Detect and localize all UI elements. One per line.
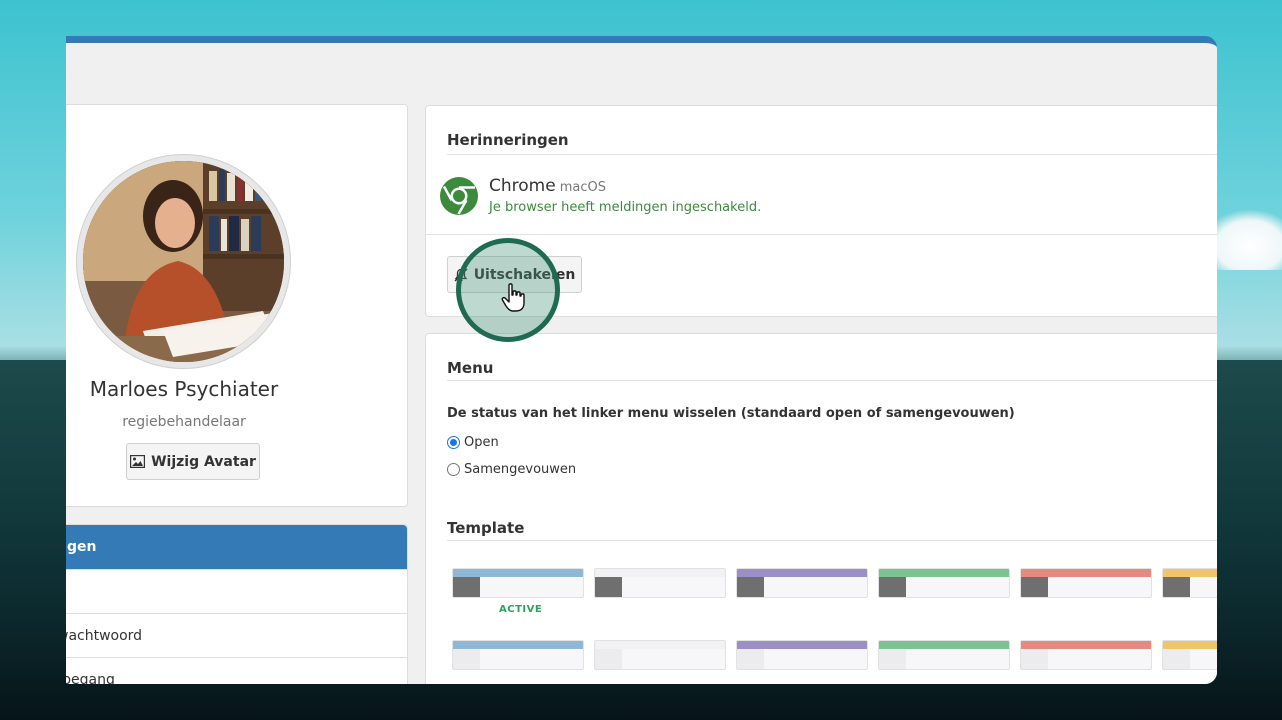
template-sidebar [595, 649, 622, 669]
divider [447, 380, 1217, 381]
image-icon [130, 455, 146, 468]
template-sidebar [1021, 649, 1048, 669]
template-thumbnail[interactable] [594, 640, 726, 670]
hand-pointer-icon [501, 283, 525, 312]
template-thumbnail[interactable] [736, 640, 868, 670]
change-avatar-label: Wijzig Avatar [151, 453, 256, 470]
radio-label: Open [464, 435, 499, 450]
settings-nav: ngen wachtwoord toegang [66, 524, 408, 684]
template-thumbnail[interactable] [878, 640, 1010, 670]
template-sidebar [1163, 577, 1190, 597]
template-thumbnail[interactable] [1162, 640, 1217, 670]
template-thumbnail[interactable] [452, 640, 584, 670]
divider [447, 154, 1217, 155]
template-sidebar [737, 577, 764, 597]
change-avatar-button[interactable]: Wijzig Avatar [126, 443, 260, 480]
chrome-icon [440, 177, 478, 215]
profile-name: Marloes Psychiater [89, 377, 279, 401]
template-thumbnail[interactable] [1162, 568, 1217, 598]
avatar-frame [76, 154, 291, 369]
template-thumbnail[interactable] [1020, 568, 1152, 598]
template-sidebar [453, 649, 480, 669]
nav-item-active[interactable]: ngen [66, 525, 407, 570]
active-template-label: ACTIVE [499, 604, 543, 615]
template-header-bar [879, 569, 1009, 577]
avatar [83, 161, 284, 362]
template-header-bar [1163, 569, 1217, 577]
template-header-bar [453, 569, 583, 577]
menu-title: Menu [447, 359, 494, 377]
radio-button[interactable] [447, 463, 460, 476]
nav-item-label: wachtwoord [66, 627, 143, 644]
template-thumbnail[interactable] [878, 568, 1010, 598]
template-sidebar [1163, 649, 1190, 669]
nav-item[interactable] [66, 570, 407, 614]
app-window: l [66, 36, 1217, 684]
template-sidebar [737, 649, 764, 669]
browser-name: Chrome macOS [489, 176, 606, 196]
profile-card: Marloes Psychiater regiebehandelaar Wijz… [66, 104, 408, 507]
nav-item-toegang[interactable]: toegang [66, 658, 407, 684]
menu-question: De status van het linker menu wisselen (… [447, 406, 1015, 421]
radio-open[interactable]: Open [447, 435, 499, 450]
menu-panel: Menu De status van het linker menu wisse… [425, 333, 1217, 684]
template-sidebar [1021, 577, 1048, 597]
reminders-title: Herinneringen [447, 131, 569, 149]
template-sidebar [879, 649, 906, 669]
template-thumbnail[interactable] [594, 568, 726, 598]
template-header-bar [1021, 641, 1151, 649]
radio-button-checked[interactable] [447, 436, 460, 449]
template-header-bar [453, 641, 583, 649]
top-bar: l [66, 43, 1217, 99]
template-header-bar [595, 569, 725, 577]
profile-role: regiebehandelaar [122, 414, 246, 430]
template-sidebar [879, 577, 906, 597]
nav-item-label: toegang [66, 672, 115, 684]
nav-item-wachtwoord[interactable]: wachtwoord [66, 614, 407, 658]
template-thumbnail[interactable] [736, 568, 868, 598]
template-header-bar [595, 641, 725, 649]
browser-os: macOS [559, 180, 606, 195]
divider [426, 234, 1217, 235]
divider [447, 540, 1217, 541]
template-header-bar [737, 641, 867, 649]
template-header-bar [737, 569, 867, 577]
radio-collapsed[interactable]: Samengevouwen [447, 462, 576, 477]
notification-status: Je browser heeft meldingen ingeschakeld. [489, 200, 762, 215]
template-header-bar [1163, 641, 1217, 649]
template-thumbnail[interactable] [1020, 640, 1152, 670]
nav-item-label: ngen [66, 539, 97, 555]
template-header-bar [879, 641, 1009, 649]
template-thumbnail[interactable] [452, 568, 584, 598]
template-sidebar [453, 577, 480, 597]
radio-label: Samengevouwen [464, 462, 577, 477]
template-header-bar [1021, 569, 1151, 577]
template-title: Template [447, 519, 525, 537]
template-sidebar [595, 577, 622, 597]
